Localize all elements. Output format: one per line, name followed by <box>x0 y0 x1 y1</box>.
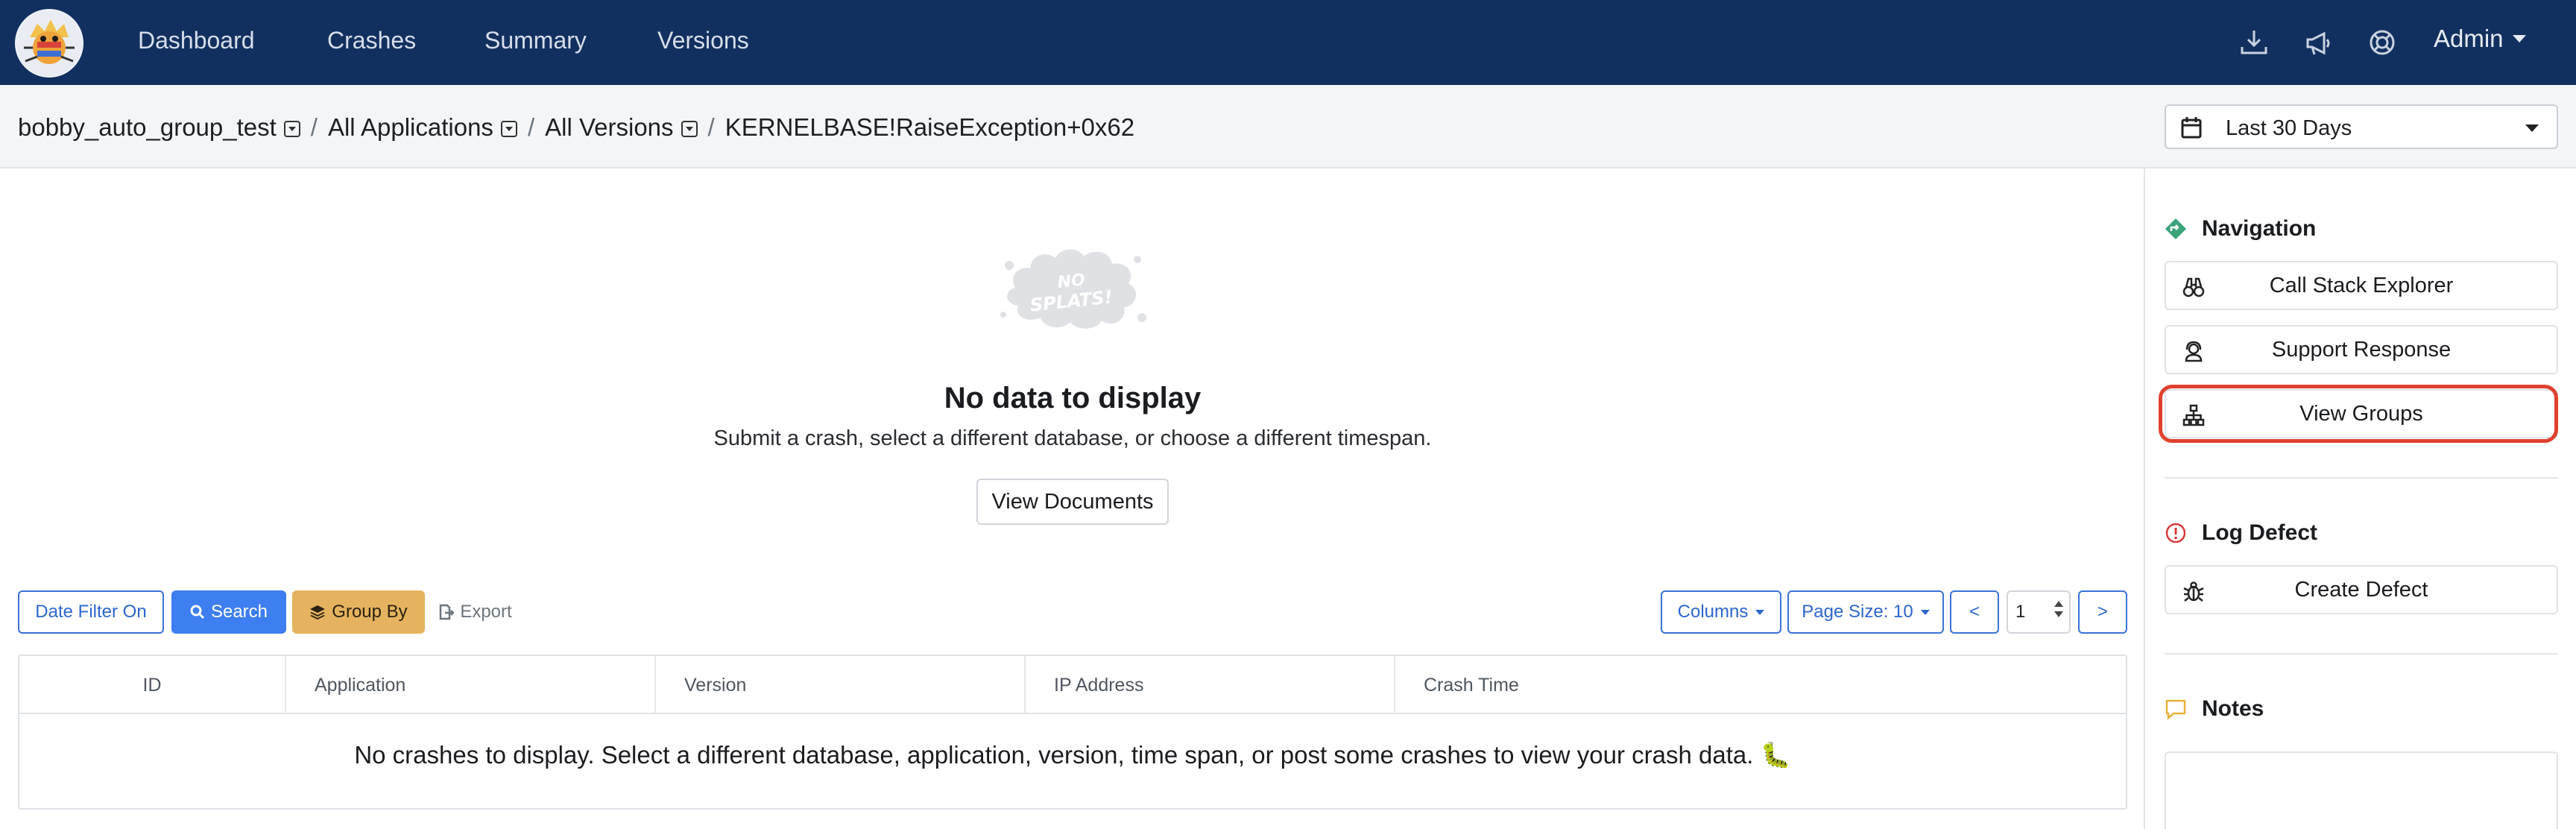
download-icon[interactable] <box>2238 26 2270 59</box>
sidebar-divider-line <box>2165 653 2558 655</box>
top-navbar: Dashboard Crashes Summary Versions Admin <box>0 0 2576 85</box>
log-defect-heading-label: Log Defect <box>2202 520 2318 545</box>
export-icon <box>440 604 455 620</box>
breadcrumb-separator: / <box>707 113 715 141</box>
group-by-label: Group By <box>332 602 408 622</box>
nav-summary[interactable]: Summary <box>484 27 587 54</box>
calendar-icon <box>2181 116 2202 139</box>
table-header: ID Application Version IP Address Crash … <box>19 656 2126 714</box>
application-dropdown-icon[interactable] <box>500 121 517 137</box>
columns-dropdown[interactable]: Columns <box>1661 590 1781 634</box>
breadcrumb-version[interactable]: All Versions <box>545 113 673 142</box>
call-stack-explorer-label: Call Stack Explorer <box>2269 273 2454 297</box>
chat-bubble-icon <box>2165 699 2186 720</box>
page-number-input[interactable]: 1 <box>2007 590 2071 634</box>
chevron-down-icon <box>1755 609 1765 615</box>
view-groups-highlight <box>2159 385 2558 443</box>
breadcrumb-database[interactable]: bobby_auto_group_test <box>18 113 277 142</box>
chevron-down-icon <box>2525 124 2539 132</box>
sidebar-divider-line <box>2165 477 2558 479</box>
column-header-application[interactable]: Application <box>286 656 656 714</box>
chevron-down-icon <box>2512 35 2526 42</box>
date-range-select[interactable]: Last 30 Days <box>2165 104 2558 149</box>
user-menu[interactable]: Admin <box>2434 25 2526 53</box>
crashes-table: ID Application Version IP Address Crash … <box>18 655 2127 810</box>
support-agent-icon <box>2182 340 2205 362</box>
search-label: Search <box>210 602 268 622</box>
column-header-id[interactable]: ID <box>19 656 286 714</box>
empty-state-subtitle: Submit a crash, select a different datab… <box>713 426 1432 450</box>
breadcrumb-group: KERNELBASE!RaiseException+0x62 <box>724 113 1135 141</box>
date-filter-label: Date Filter On <box>35 602 147 622</box>
page-size-label: Page Size: 10 <box>1802 602 1913 622</box>
nav-crashes[interactable]: Crashes <box>327 27 416 54</box>
no-splats-image: NO SPLATS! <box>993 243 1151 331</box>
breadcrumb-application[interactable]: All Applications <box>328 113 493 142</box>
user-menu-label: Admin <box>2434 25 2504 52</box>
column-header-ip-address[interactable]: IP Address <box>1026 656 1395 714</box>
table-empty-message: No crashes to display. Select a differen… <box>354 740 1791 769</box>
bugsplat-logo[interactable] <box>15 9 83 78</box>
call-stack-explorer-button[interactable]: Call Stack Explorer <box>2165 261 2558 310</box>
column-header-crash-time[interactable]: Crash Time <box>1395 656 2129 714</box>
notes-textarea[interactable] <box>2165 751 2558 829</box>
nav-versions[interactable]: Versions <box>657 27 749 54</box>
create-defect-label: Create Defect <box>2294 577 2428 602</box>
empty-state-title: No data to display <box>944 382 1202 414</box>
alert-circle-icon <box>2165 523 2186 543</box>
bug-icon <box>2182 580 2205 602</box>
chevron-down-icon <box>1920 609 1930 615</box>
megaphone-icon[interactable] <box>2302 26 2334 59</box>
directions-icon <box>2165 218 2186 239</box>
next-page-button[interactable]: > <box>2078 590 2127 634</box>
notes-heading: Notes <box>2165 696 2264 722</box>
notes-heading-label: Notes <box>2202 696 2264 721</box>
log-defect-heading: Log Defect <box>2165 520 2317 546</box>
version-dropdown-icon[interactable] <box>681 121 698 137</box>
sidebar-divider <box>2144 168 2145 829</box>
navigation-heading-label: Navigation <box>2202 216 2317 241</box>
breadcrumb: bobby_auto_group_test / All Applications… <box>18 113 1134 142</box>
lifebuoy-icon[interactable] <box>2366 26 2399 59</box>
nav-dashboard[interactable]: Dashboard <box>138 27 255 54</box>
date-filter-button[interactable]: Date Filter On <box>18 590 164 634</box>
group-by-button[interactable]: Group By <box>292 590 425 634</box>
navigation-heading: Navigation <box>2165 216 2316 242</box>
page-number-value: 1 <box>2015 602 2026 622</box>
page-size-dropdown[interactable]: Page Size: 10 <box>1787 590 1944 634</box>
date-range-label: Last 30 Days <box>2226 116 2352 140</box>
export-button[interactable]: Export <box>431 590 519 634</box>
columns-label: Columns <box>1677 602 1749 622</box>
search-icon <box>190 605 205 620</box>
breadcrumb-separator: / <box>527 113 535 141</box>
support-response-button[interactable]: Support Response <box>2165 325 2558 374</box>
view-documents-button[interactable]: View Documents <box>976 479 1169 525</box>
layers-icon <box>310 605 326 620</box>
prev-page-button[interactable]: < <box>1950 590 1999 634</box>
breadcrumb-separator: / <box>310 113 318 141</box>
support-response-label: Support Response <box>2271 337 2452 362</box>
spinner-arrows-icon[interactable] <box>2054 601 2063 623</box>
export-label: Export <box>460 602 512 622</box>
create-defect-button[interactable]: Create Defect <box>2165 565 2558 614</box>
search-button[interactable]: Search <box>171 590 286 634</box>
database-dropdown-icon[interactable] <box>283 121 300 137</box>
column-header-version[interactable]: Version <box>656 656 1026 714</box>
binoculars-icon <box>2182 276 2205 298</box>
